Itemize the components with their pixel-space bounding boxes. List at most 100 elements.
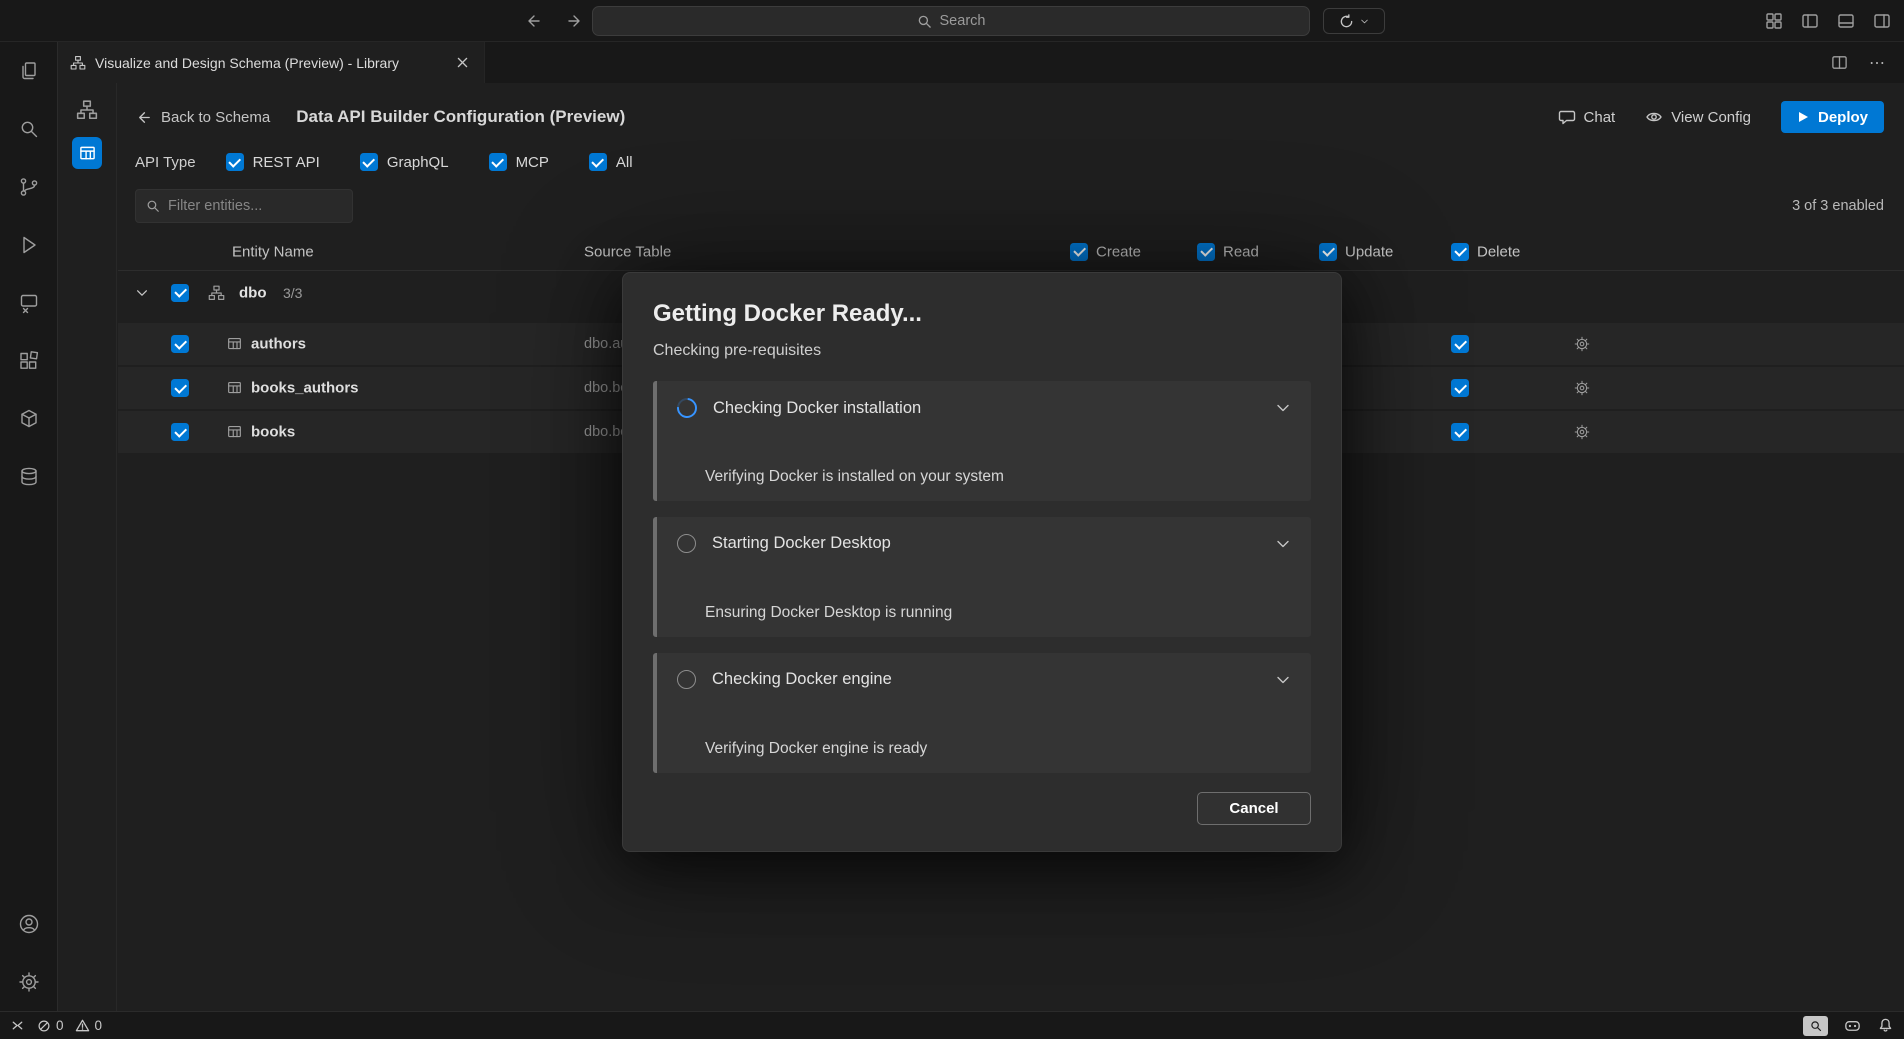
containers-icon[interactable] [0, 390, 57, 448]
command-center-search[interactable]: Search [592, 6, 1310, 36]
delete-all-checkbox[interactable] [1451, 243, 1469, 261]
copilot-icon[interactable] [1843, 1016, 1862, 1035]
graphql-checkbox[interactable] [360, 153, 378, 171]
view-config-label: View Config [1671, 109, 1751, 126]
table-header: Entity Name Source Table Create Read Upd… [118, 233, 1904, 271]
settings-gear-icon[interactable] [0, 953, 57, 1011]
gear-icon[interactable] [1573, 379, 1591, 397]
split-editor-icon[interactable] [1828, 52, 1850, 74]
search-icon[interactable] [0, 100, 57, 158]
gear-icon[interactable] [1573, 335, 1591, 353]
remote-indicator[interactable] [10, 1018, 25, 1033]
toggle-secondary-sidebar-icon[interactable] [1870, 9, 1894, 33]
create-all-checkbox[interactable] [1070, 243, 1088, 261]
update-all-checkbox[interactable] [1319, 243, 1337, 261]
accounts-icon[interactable] [0, 895, 57, 953]
tab-visualize-schema[interactable]: Visualize and Design Schema (Preview) - … [58, 42, 485, 83]
search-placeholder: Search [940, 13, 986, 29]
bell-icon[interactable] [1877, 1017, 1894, 1034]
step-docker-desktop: Starting Docker Desktop Ensuring Docker … [653, 517, 1311, 637]
close-icon[interactable] [452, 53, 472, 73]
error-icon [37, 1019, 51, 1033]
read-all-checkbox[interactable] [1197, 243, 1215, 261]
back-to-schema-link[interactable]: Back to Schema [135, 109, 270, 126]
cancel-button[interactable]: Cancel [1197, 792, 1311, 825]
search-icon [917, 14, 932, 29]
customize-layout-icon[interactable] [1762, 9, 1786, 33]
explorer-icon[interactable] [0, 42, 57, 100]
filter-entities-input[interactable] [168, 198, 342, 214]
row-checkbox[interactable] [171, 379, 189, 397]
titlebar-control[interactable] [1323, 8, 1385, 34]
tab-bar: Visualize and Design Schema (Preview) - … [58, 42, 1904, 83]
table-icon [227, 381, 242, 396]
step-detail: Ensuring Docker Desktop is running [705, 604, 952, 622]
api-option-mcp: MCP [489, 153, 549, 171]
remote-window-icon[interactable] [0, 274, 57, 332]
step-header[interactable]: Starting Docker Desktop [657, 517, 1311, 553]
back-label: Back to Schema [161, 109, 270, 126]
toggle-panel-icon[interactable] [1834, 9, 1858, 33]
step-detail: Verifying Docker is installed on your sy… [705, 468, 1004, 486]
error-count: 0 [56, 1018, 64, 1033]
step-detail: Verifying Docker engine is ready [705, 740, 927, 758]
run-debug-icon[interactable] [0, 216, 57, 274]
activity-bar [0, 42, 58, 1011]
gear-icon[interactable] [1573, 423, 1591, 441]
chevron-down-icon[interactable] [1275, 672, 1291, 688]
step-header[interactable]: Checking Docker engine [657, 653, 1311, 689]
data-api-builder-icon[interactable] [72, 137, 102, 169]
dialog-title: Getting Docker Ready... [653, 299, 1311, 329]
layout-controls [1762, 0, 1894, 42]
group-checkbox[interactable] [171, 284, 189, 302]
chat-button[interactable]: Chat [1558, 108, 1616, 126]
step-header[interactable]: Checking Docker installation [657, 381, 1311, 418]
step-label: Checking Docker installation [713, 399, 921, 418]
graphql-label: GraphQL [387, 154, 449, 171]
page-actions: Chat View Config Deploy [1558, 101, 1884, 133]
chevron-down-icon[interactable] [1275, 400, 1291, 416]
step-label: Starting Docker Desktop [712, 534, 891, 553]
deploy-label: Deploy [1818, 109, 1868, 126]
entity-name: books [251, 424, 295, 441]
rest-api-checkbox[interactable] [226, 153, 244, 171]
tab-icon [70, 55, 86, 71]
chat-icon [1558, 108, 1576, 126]
mcp-checkbox[interactable] [489, 153, 507, 171]
entity-name: books_authors [251, 380, 359, 397]
schema-icon [208, 284, 225, 301]
deploy-button[interactable]: Deploy [1781, 101, 1884, 133]
chevron-down-icon[interactable] [135, 286, 149, 300]
warning-icon [75, 1018, 90, 1033]
problems-indicator[interactable]: 0 0 [37, 1018, 102, 1033]
back-arrow-icon[interactable] [522, 10, 544, 32]
delete-checkbox[interactable] [1451, 423, 1469, 441]
column-create: Create [1096, 243, 1141, 260]
toggle-sidebar-icon[interactable] [1798, 9, 1822, 33]
status-bar: 0 0 [0, 1011, 1904, 1039]
delete-checkbox[interactable] [1451, 335, 1469, 353]
zoom-indicator[interactable] [1803, 1016, 1828, 1036]
schema-designer-icon[interactable] [71, 95, 103, 125]
source-control-icon[interactable] [0, 158, 57, 216]
database-icon[interactable] [0, 448, 57, 506]
chevron-down-icon[interactable] [1275, 536, 1291, 552]
page-header-row: Back to Schema Data API Builder Configur… [135, 93, 1884, 141]
row-checkbox[interactable] [171, 423, 189, 441]
entity-name: authors [251, 336, 306, 353]
view-config-button[interactable]: View Config [1645, 108, 1751, 126]
table-icon [227, 425, 242, 440]
more-actions-icon[interactable]: ⋯ [1866, 52, 1888, 74]
all-checkbox[interactable] [589, 153, 607, 171]
docker-steps: Checking Docker installation Verifying D… [653, 381, 1311, 773]
pending-circle-icon [677, 670, 696, 689]
warning-count: 0 [95, 1018, 103, 1033]
delete-checkbox[interactable] [1451, 379, 1469, 397]
api-type-label: API Type [135, 154, 196, 171]
forward-arrow-icon[interactable] [564, 10, 586, 32]
eye-icon [1645, 108, 1663, 126]
filter-row: 3 of 3 enabled [135, 189, 1884, 223]
dialog-footer: Cancel [1197, 792, 1311, 825]
extensions-icon[interactable] [0, 332, 57, 390]
row-checkbox[interactable] [171, 335, 189, 353]
